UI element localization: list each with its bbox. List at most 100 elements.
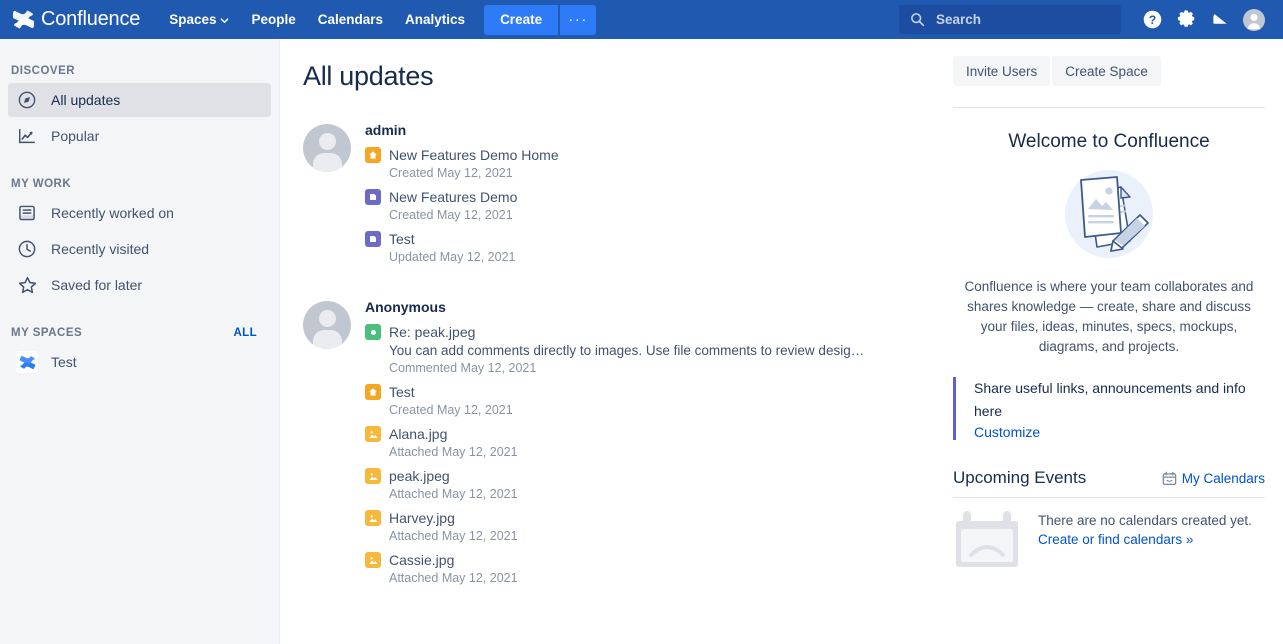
right-panel: Invite Users Create Space Welcome to Con…	[941, 39, 1283, 644]
avatar	[303, 124, 351, 172]
sidebar-heading-my-spaces: MY SPACES ALL	[0, 327, 279, 339]
create-space-button[interactable]: Create Space	[1052, 56, 1161, 86]
home-page-icon	[365, 147, 381, 163]
nav-item-spaces[interactable]: Spaces	[158, 5, 240, 35]
feed-entry-title[interactable]: Cassie.jpg	[389, 552, 454, 568]
announcement-block: Share useful links, announcements and in…	[953, 377, 1265, 440]
page-title: All updates	[303, 61, 941, 92]
welcome-title: Welcome to Confluence	[953, 131, 1265, 153]
image-file-icon	[365, 510, 381, 526]
feed-entry-title[interactable]: Test	[389, 384, 415, 400]
feed-group: Anonymous Re: peak.jpeg You can add comm…	[303, 299, 941, 594]
nav-item-label: Analytics	[405, 5, 465, 35]
feed-entry-meta: Created May 12, 2021	[389, 166, 941, 180]
sidebar-item-all-updates[interactable]: All updates	[8, 83, 271, 117]
feed-entry: Harvey.jpg Attached May 12, 2021	[365, 510, 941, 543]
comment-icon	[365, 324, 381, 340]
sidebar-item-recently-visited[interactable]: Recently visited	[8, 232, 271, 266]
feed-entry-title[interactable]: New Features Demo	[389, 189, 517, 205]
sidebar-heading-label: MY SPACES	[11, 327, 82, 339]
image-file-icon	[365, 552, 381, 568]
divider	[953, 107, 1265, 108]
avatar-body	[313, 330, 342, 349]
feed-username[interactable]: Anonymous	[365, 299, 941, 315]
calendar-icon	[1162, 471, 1177, 486]
header-actions: ?	[899, 3, 1283, 37]
upcoming-events-header: Upcoming Events My Calendars	[953, 468, 1265, 488]
feed-entry-excerpt: You can add comments directly to images.…	[389, 343, 941, 358]
announcement-text: Share useful links, announcements and in…	[974, 377, 1265, 423]
sidebar-item-label: Popular	[51, 128, 99, 144]
upcoming-events-title: Upcoming Events	[953, 468, 1086, 488]
home-page-icon	[365, 384, 381, 400]
top-navigation-bar: Confluence Spaces People Calendars Analy…	[0, 0, 1283, 39]
feed-entry-meta: Attached May 12, 2021	[389, 529, 941, 543]
settings-gear-icon[interactable]	[1169, 3, 1203, 37]
search-box[interactable]	[899, 5, 1121, 34]
confluence-logo-text: Confluence	[41, 8, 140, 31]
customize-link[interactable]: Customize	[974, 424, 1265, 440]
sidebar-item-label: Test	[51, 354, 77, 370]
feed-entry: New Features Demo Home Created May 12, 2…	[365, 147, 941, 180]
avatar-head	[319, 310, 336, 327]
nav-item-calendars[interactable]: Calendars	[307, 5, 394, 35]
sidebar-item-popular[interactable]: Popular	[8, 119, 271, 153]
feed-username[interactable]: admin	[365, 122, 941, 138]
events-empty-message: There are no calendars created yet.	[1038, 511, 1252, 531]
nav-item-label: Spaces	[169, 5, 216, 35]
right-panel-actions: Invite Users Create Space	[953, 56, 1265, 86]
help-icon[interactable]: ?	[1135, 3, 1169, 37]
feed-group: admin New Features Demo Home Created May…	[303, 122, 941, 273]
confluence-space-icon	[15, 350, 39, 374]
page-icon	[365, 231, 381, 247]
main-content: All updates admin New Features Demo Home…	[281, 39, 941, 644]
confluence-logo[interactable]: Confluence	[0, 0, 158, 39]
feed-entry-title[interactable]: peak.jpeg	[389, 468, 450, 484]
create-more-options-button[interactable]: ···	[560, 5, 596, 35]
my-calendars-label: My Calendars	[1182, 471, 1265, 486]
my-calendars-link[interactable]: My Calendars	[1162, 471, 1265, 486]
image-file-icon	[365, 468, 381, 484]
search-input[interactable]	[934, 11, 1104, 28]
sidebar-item-recently-worked-on[interactable]: Recently worked on	[8, 196, 271, 230]
avatar-head	[319, 133, 336, 150]
trending-chart-icon	[15, 124, 39, 148]
invite-users-button[interactable]: Invite Users	[953, 56, 1050, 86]
compass-icon	[15, 88, 39, 112]
sidebar-item-space-test[interactable]: Test	[8, 345, 271, 379]
feed-entry: Test Updated May 12, 2021	[365, 231, 941, 264]
feed-entry-title[interactable]: Test	[389, 231, 415, 247]
divider	[953, 497, 1265, 498]
feed-entry-meta: Attached May 12, 2021	[389, 445, 941, 459]
notifications-bell-icon[interactable]	[1203, 3, 1237, 37]
feed-entry: Alana.jpg Attached May 12, 2021	[365, 426, 941, 459]
confluence-logo-icon	[13, 9, 34, 30]
nav-item-people[interactable]: People	[240, 5, 306, 35]
nav-item-analytics[interactable]: Analytics	[394, 5, 476, 35]
feed-entry: Re: peak.jpeg You can add comments direc…	[365, 324, 941, 375]
chevron-down-icon	[220, 16, 229, 25]
feed-entry-title[interactable]: Alana.jpg	[389, 426, 447, 442]
document-lines-icon	[15, 201, 39, 225]
avatar	[303, 301, 351, 349]
create-or-find-calendars-link[interactable]: Create or find calendars »	[1038, 532, 1252, 547]
feed-entry: peak.jpeg Attached May 12, 2021	[365, 468, 941, 501]
upcoming-events-empty-state: There are no calendars created yet. Crea…	[953, 511, 1265, 574]
feed-entry: Test Created May 12, 2021	[365, 384, 941, 417]
sidebar-heading-my-work: MY WORK	[0, 178, 279, 190]
create-button[interactable]: Create	[484, 5, 558, 35]
feed-entry-title[interactable]: Harvey.jpg	[389, 510, 455, 526]
search-icon	[910, 12, 925, 27]
feed-entry: Cassie.jpg Attached May 12, 2021	[365, 552, 941, 585]
nav-item-label: People	[251, 5, 295, 35]
sidebar-heading-discover: DISCOVER	[0, 65, 279, 77]
user-avatar-icon[interactable]	[1237, 3, 1271, 37]
feed-entry-meta: Commented May 12, 2021	[389, 361, 941, 375]
document-and-pencil-illustration	[1047, 161, 1171, 265]
feed-entry-title[interactable]: New Features Demo Home	[389, 147, 559, 163]
spaces-all-link[interactable]: ALL	[233, 327, 257, 339]
avatar-body	[313, 153, 342, 172]
feed-entry-meta: Updated May 12, 2021	[389, 250, 941, 264]
sidebar-item-saved-for-later[interactable]: Saved for later	[8, 268, 271, 302]
feed-entry-title[interactable]: Re: peak.jpeg	[389, 324, 475, 340]
